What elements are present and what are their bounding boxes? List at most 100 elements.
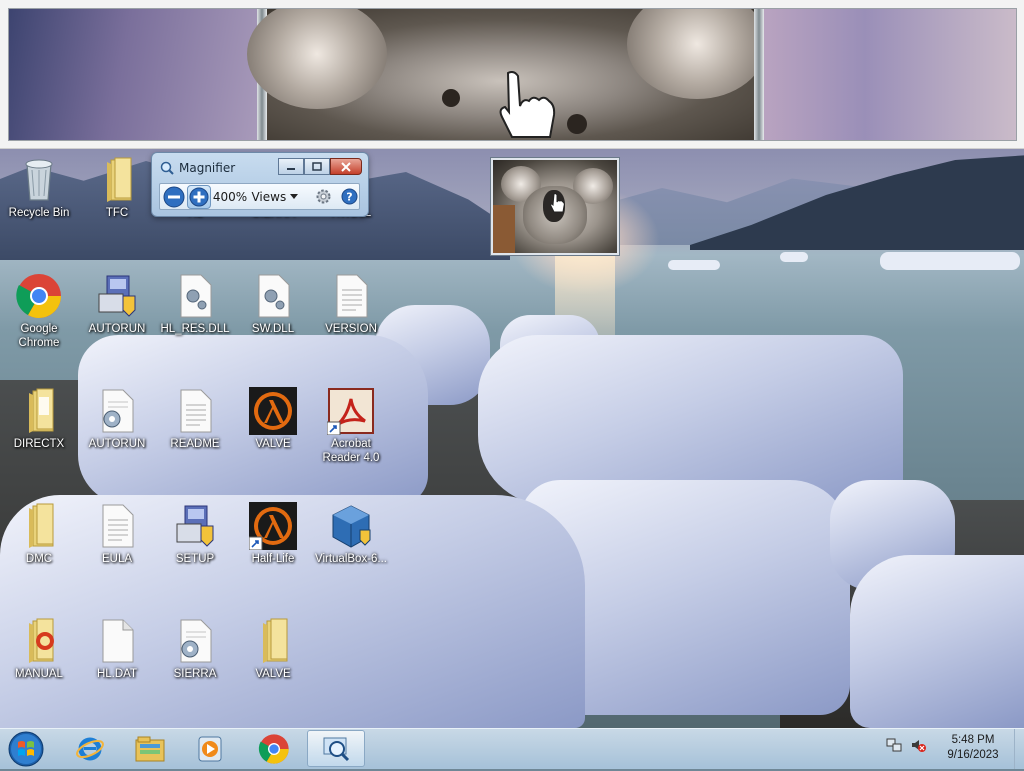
desktop-icon-autorun-exe[interactable]: AUTORUN	[78, 272, 156, 336]
desktop-icon-eula[interactable]: EULA	[78, 502, 156, 566]
magnifier-toolbar: 400% Views ?	[159, 183, 360, 210]
desktop-icon-label: SETUP	[175, 553, 215, 565]
taskbar-google-chrome[interactable]	[245, 730, 303, 767]
magnified-frame-edge	[754, 9, 764, 140]
desktop-icon-recycle-bin[interactable]: Recycle Bin	[0, 156, 78, 220]
minimize-button[interactable]	[278, 158, 304, 175]
desktop-icon-label: HL_RES.DLL	[160, 323, 230, 335]
desktop-icon-virtualbox[interactable]: VirtualBox-6...	[312, 502, 390, 566]
show-desktop-button[interactable]	[1014, 729, 1024, 769]
zoom-out-icon	[163, 186, 185, 207]
window-controls	[278, 158, 362, 175]
clock-date: 9/16/2023	[947, 749, 999, 761]
text-file-icon	[336, 274, 368, 318]
chrome-icon	[16, 274, 61, 318]
ice-block	[850, 555, 1024, 728]
desktop-icon-valve-folder[interactable]: VALVE	[234, 617, 312, 681]
taskbar-media-player[interactable]	[181, 730, 239, 767]
desktop-icon-label: Acrobat Reader 4.0	[322, 438, 380, 464]
zoom-out-button[interactable]	[162, 185, 185, 209]
taskbar-windows-explorer[interactable]	[121, 730, 179, 767]
chrome-icon	[258, 733, 289, 764]
desktop-icon-autorun-inf[interactable]: AUTORUN	[78, 387, 156, 451]
desktop-icon-version[interactable]: VERSION	[312, 272, 390, 336]
desktop-icon-half-life[interactable]: Half-Life	[234, 502, 312, 566]
magnifier-icon	[160, 161, 174, 175]
desktop-icon-label: Half-Life	[251, 553, 295, 565]
views-dropdown[interactable]: Views	[251, 189, 299, 204]
media-player-icon	[198, 736, 222, 761]
desktop-icon-label: README	[170, 438, 220, 450]
system-clock[interactable]: 5:48 PM 9/16/2023	[938, 733, 1008, 763]
dll-file-icon	[180, 274, 212, 318]
magnifier-title: Magnifier	[179, 161, 236, 175]
chevron-down-icon	[290, 194, 299, 199]
taskbar-internet-explorer[interactable]	[61, 730, 119, 767]
koala-eye	[567, 114, 587, 134]
desktop-icon-label: VALVE	[255, 438, 291, 450]
recycle-bin-icon	[25, 159, 53, 201]
setup-installer-icon	[176, 505, 214, 547]
desktop-icon-label: HL.DAT	[96, 668, 138, 680]
desktop-icon-tfc[interactable]: TFC	[78, 156, 156, 220]
hand-cursor-icon	[499, 71, 556, 138]
desktop-icon-label: VALVE	[255, 668, 291, 680]
koala-ear-right	[627, 9, 767, 99]
koala-eye	[442, 89, 460, 107]
desktop-icon-directx[interactable]: DIRECTX	[0, 387, 78, 451]
views-label: Views	[251, 189, 287, 204]
desktop-icon-hl-dat[interactable]: HL.DAT	[78, 617, 156, 681]
desktop-icon-dmc[interactable]: DMC	[0, 502, 78, 566]
dll-file-icon	[258, 274, 290, 318]
desktop-icon-google-chrome[interactable]: Google Chrome	[0, 272, 78, 350]
zoom-in-icon	[189, 187, 209, 206]
desktop-icon-sierra[interactable]: SIERRA	[156, 617, 234, 681]
desktop-icon-label: Google Chrome	[18, 323, 60, 349]
valve-lambda-icon	[249, 387, 297, 435]
magnified-wallpaper-right	[764, 9, 1016, 140]
desktop-icon-label: Recycle Bin	[8, 207, 70, 219]
magnifier-titlebar[interactable]: Magnifier	[160, 158, 235, 178]
start-button[interactable]	[6, 731, 46, 767]
acrobat-icon	[327, 388, 374, 435]
desktop-icon-valve-lambda[interactable]: VALVE	[234, 387, 312, 451]
desktop-icon-hl-res-dll[interactable]: HL_RES.DLL	[156, 272, 234, 336]
help-icon: ?	[341, 188, 358, 205]
maximize-button[interactable]	[304, 158, 330, 175]
magnified-view	[8, 8, 1017, 141]
ice-floe	[668, 260, 720, 270]
folder-icon	[263, 618, 288, 663]
desktop-icon-label: VirtualBox-6...	[314, 553, 387, 565]
close-button[interactable]	[330, 158, 362, 175]
minimize-icon	[287, 167, 295, 170]
magnifier-viewfinder[interactable]	[491, 158, 619, 255]
zoom-in-button[interactable]	[187, 184, 211, 209]
desktop-icon-label: DIRECTX	[13, 438, 65, 450]
taskbar-magnifier[interactable]	[307, 730, 365, 767]
system-tray	[886, 737, 926, 753]
desktop-icon-sw-dll[interactable]: SW.DLL	[234, 272, 312, 336]
desktop-icon-setup[interactable]: SETUP	[156, 502, 234, 566]
folder-icon	[29, 503, 54, 548]
clock-time: 5:48 PM	[951, 734, 995, 746]
desktop-icon-readme[interactable]: README	[156, 387, 234, 451]
network-icon[interactable]	[886, 737, 902, 753]
folder-icon	[135, 736, 165, 761]
desktop-icon-label: AUTORUN	[88, 323, 146, 335]
hand-cursor-icon	[550, 193, 565, 213]
windows-logo-icon	[8, 731, 44, 767]
gear-icon	[316, 189, 331, 204]
setup-installer-icon	[98, 275, 136, 317]
desktop-icon-acrobat-reader[interactable]: Acrobat Reader 4.0	[312, 387, 390, 465]
desktop-icon-label: TFC	[105, 207, 129, 219]
desktop-icon-manual[interactable]: MANUAL	[0, 617, 78, 681]
options-button[interactable]	[314, 187, 333, 207]
virtualbox-icon	[332, 505, 371, 548]
magnifier-icon	[323, 737, 350, 761]
volume-muted-icon[interactable]	[910, 737, 926, 753]
settings-file-icon	[102, 389, 134, 433]
help-button[interactable]: ?	[340, 187, 359, 207]
text-file-icon	[102, 504, 134, 548]
magnifier-window[interactable]: Magnifier 400% Views ?	[151, 152, 369, 217]
desktop-icon-label: EULA	[101, 553, 133, 565]
